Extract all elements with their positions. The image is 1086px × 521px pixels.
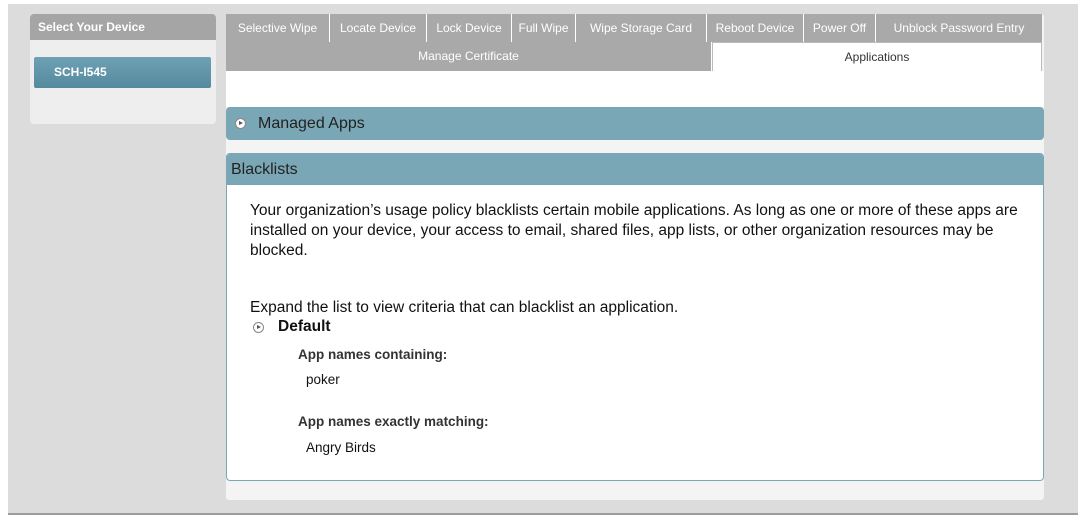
tab-lock-device[interactable]: Lock Device: [427, 14, 512, 42]
default-policy-row[interactable]: Default: [253, 318, 331, 336]
expand-arrow-icon[interactable]: [253, 321, 264, 333]
blacklists-description: Your organization’s usage policy blackli…: [250, 201, 1030, 261]
managed-apps-header[interactable]: Managed Apps: [226, 107, 1044, 140]
tab-applications[interactable]: Applications: [712, 42, 1042, 71]
managed-apps-label: Managed Apps: [258, 114, 365, 132]
tab-reboot-device[interactable]: Reboot Device: [707, 14, 804, 42]
exact-value: Angry Birds: [306, 440, 376, 455]
containing-value: poker: [306, 372, 340, 387]
main-panel: Selective Wipe Locate Device Lock Device…: [226, 14, 1044, 500]
tab-wipe-storage-card[interactable]: Wipe Storage Card: [576, 14, 707, 42]
tab-full-wipe[interactable]: Full Wipe: [512, 14, 576, 42]
blacklists-panel: Blacklists Your organization’s usage pol…: [226, 153, 1044, 481]
tab-locate-device[interactable]: Locate Device: [330, 14, 427, 42]
policy-name: Default: [278, 318, 331, 335]
containing-label: App names containing:: [298, 347, 448, 362]
tab-unblock-password-entry[interactable]: Unblock Password Entry: [876, 14, 1042, 42]
exact-label: App names exactly matching:: [298, 414, 489, 429]
device-item-sch-i545[interactable]: SCH-I545: [34, 57, 211, 88]
tab-manage-certificate[interactable]: Manage Certificate: [226, 42, 712, 71]
device-sidebar: Select Your Device SCH-I545: [30, 14, 216, 124]
expand-hint: Expand the list to view criteria that ca…: [250, 299, 679, 316]
tab-power-off[interactable]: Power Off: [804, 14, 876, 42]
blacklists-header: Blacklists: [227, 154, 1043, 185]
action-tabs: Selective Wipe Locate Device Lock Device…: [226, 14, 1042, 42]
tab-selective-wipe[interactable]: Selective Wipe: [226, 14, 330, 42]
sidebar-header: Select Your Device: [30, 14, 216, 40]
expand-arrow-icon[interactable]: [235, 118, 246, 129]
section-tabs: Manage Certificate Applications: [226, 42, 1044, 71]
blacklists-description-text: Your organization’s usage policy blackli…: [250, 202, 1018, 259]
content-spacer: [226, 71, 1044, 107]
